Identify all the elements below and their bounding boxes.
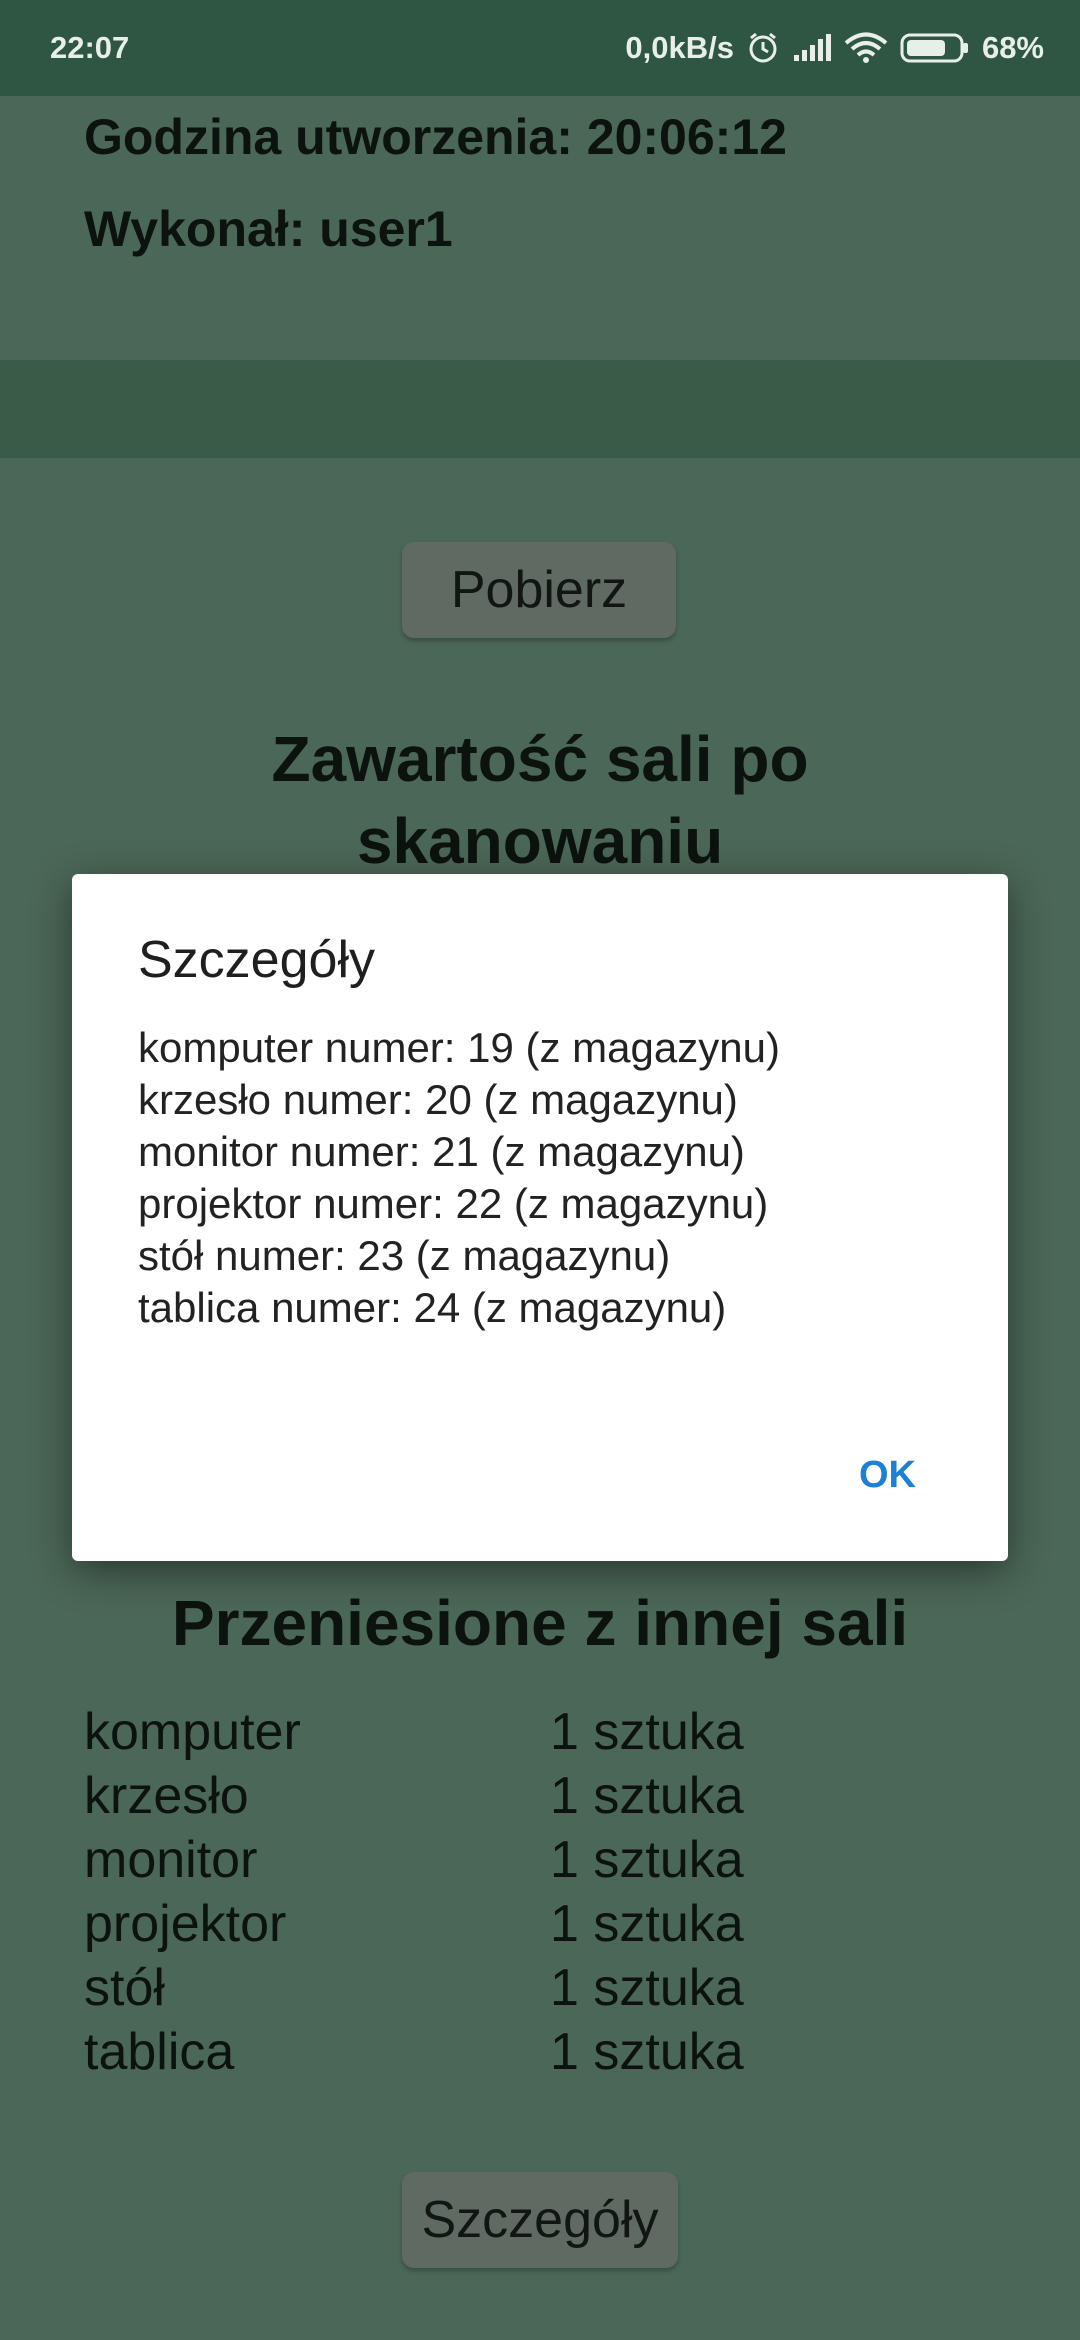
list-item: projektor 1 sztuka [84, 1892, 744, 1956]
moved-items-list: komputer 1 sztuka krzesło 1 sztuka monit… [84, 1700, 744, 2084]
item-name: tablica [84, 2023, 235, 2081]
list-item: stół 1 sztuka [84, 1956, 744, 2020]
status-bar: 22:07 0,0kB/s 68% [0, 0, 1080, 96]
moved-items-title: Przeniesione z innej sali [171, 1587, 909, 1659]
dialog-line: komputer numer: 19 (z magazynu) [138, 1024, 780, 1071]
item-quantity: 1 sztuka [550, 1959, 744, 2017]
list-item: komputer 1 sztuka [84, 1700, 744, 1764]
item-name: monitor [84, 1831, 258, 1889]
battery-icon [900, 32, 970, 64]
wifi-icon [844, 32, 888, 64]
dialog-line: monitor numer: 21 (z magazynu) [138, 1128, 745, 1175]
item-quantity: 1 sztuka [550, 1703, 744, 1761]
status-time: 22:07 [50, 30, 130, 65]
details-dialog: Szczegóły komputer numer: 19 (z magazynu… [72, 874, 1008, 1561]
item-quantity: 1 sztuka [550, 2023, 744, 2081]
list-item: krzesło 1 sztuka [84, 1764, 744, 1828]
fetch-button[interactable]: Pobierz [402, 542, 676, 638]
performed-by: Wykonał: user1 [84, 201, 453, 257]
dialog-line: projektor numer: 22 (z magazynu) [138, 1180, 769, 1227]
alarm-icon [746, 31, 780, 65]
status-icons: 0,0kB/s 68% [625, 30, 1044, 66]
dialog-line: tablica numer: 24 (z magazynu) [138, 1284, 727, 1331]
battery-percent: 68% [981, 30, 1044, 65]
dialog-line: stół numer: 23 (z magazynu) [138, 1232, 671, 1279]
item-name: komputer [84, 1703, 301, 1761]
item-name: stół [84, 1959, 165, 2017]
dialog-title: Szczegóły [138, 931, 375, 989]
signal-icon [792, 33, 832, 63]
dialog-message: komputer numer: 19 (z magazynu) krzesło … [138, 1022, 780, 1334]
creation-time: Godzina utworzenia: 20:06:12 [84, 109, 787, 165]
network-speed: 0,0kB/s [625, 30, 734, 65]
dialog-line: krzesło numer: 20 (z magazynu) [138, 1076, 738, 1123]
after-scan-title: Zawartość sali po skanowaniu [271, 723, 809, 877]
separator-band [0, 360, 1080, 458]
list-item: monitor 1 sztuka [84, 1828, 744, 1892]
item-quantity: 1 sztuka [550, 1831, 744, 1889]
item-name: projektor [84, 1895, 287, 1953]
item-name: krzesło [84, 1767, 249, 1825]
list-item: tablica 1 sztuka [84, 2020, 744, 2084]
item-quantity: 1 sztuka [550, 1767, 744, 1825]
ok-button[interactable]: OK [859, 1454, 916, 1497]
item-quantity: 1 sztuka [550, 1895, 744, 1953]
details-button[interactable]: Szczegóły [402, 2172, 678, 2268]
